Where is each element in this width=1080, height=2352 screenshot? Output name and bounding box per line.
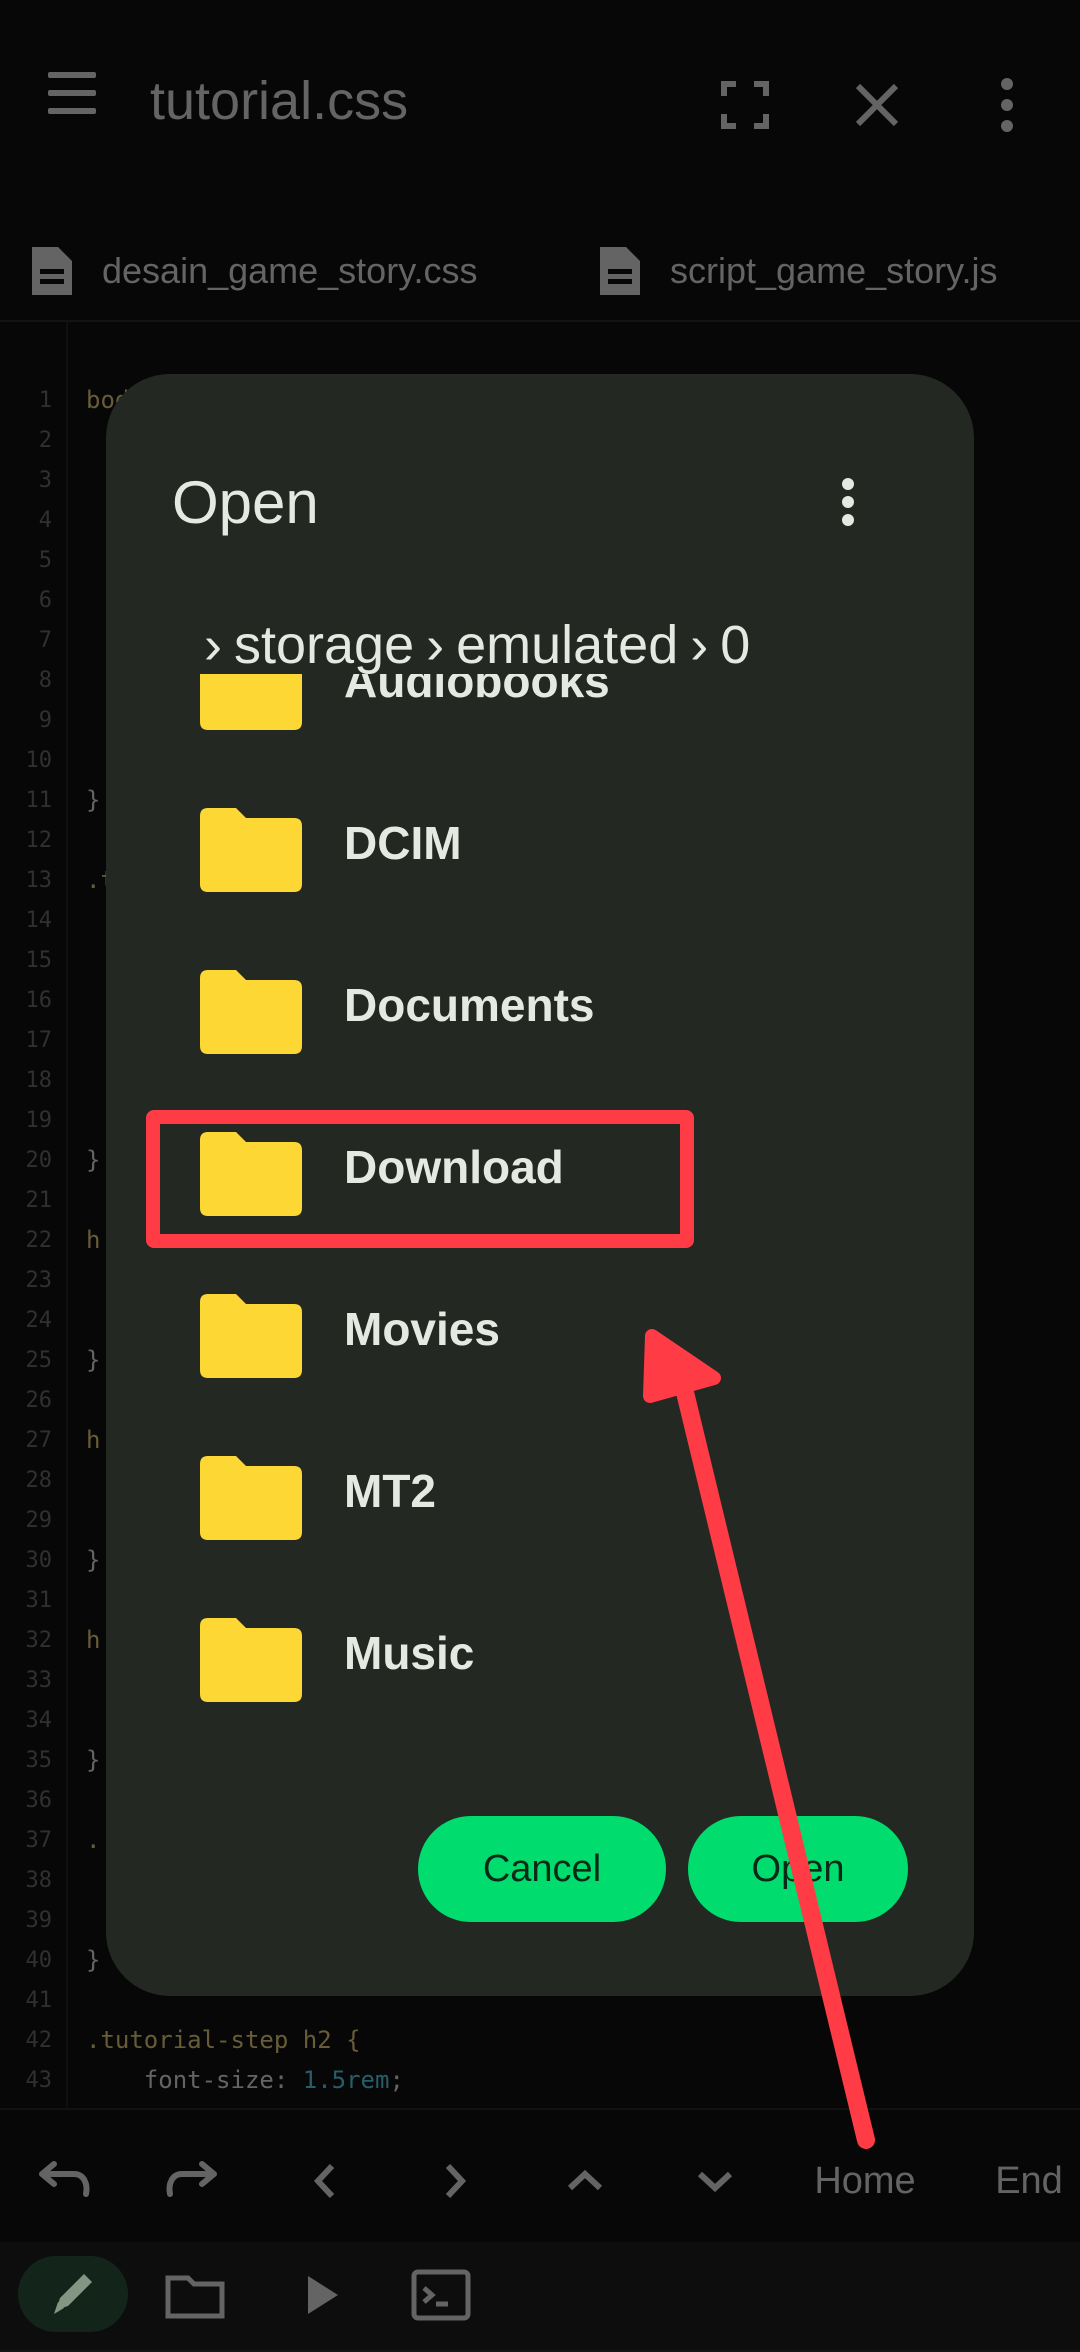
annotation-arrow <box>643 1329 875 2149</box>
